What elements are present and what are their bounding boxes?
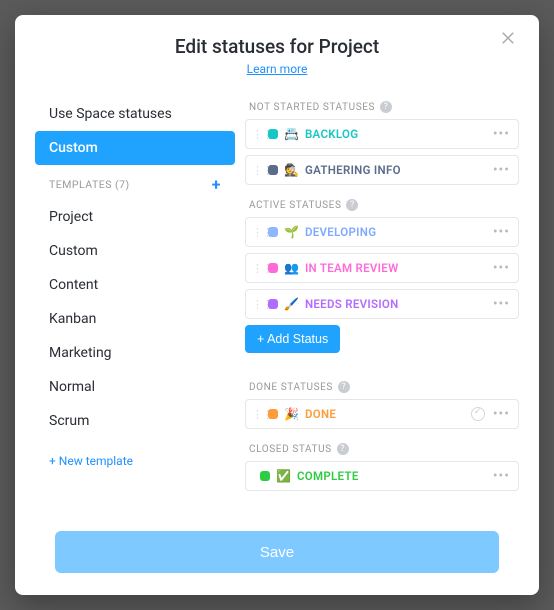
status-label[interactable]: BACKLOG: [305, 127, 491, 141]
group-not-started-title: NOT STARTED STATUSES: [249, 102, 375, 113]
add-template-icon[interactable]: +: [212, 175, 221, 194]
drag-handle-icon[interactable]: ⋮⋮: [252, 298, 264, 311]
sidebar-template-content[interactable]: Content: [35, 268, 235, 302]
help-icon[interactable]: ?: [380, 101, 392, 113]
more-icon[interactable]: •••: [491, 260, 512, 276]
status-row-in-team-review[interactable]: ⋮⋮ 👥 IN TEAM REVIEW •••: [245, 253, 519, 283]
status-label[interactable]: IN TEAM REVIEW: [305, 261, 491, 275]
save-button[interactable]: Save: [55, 531, 499, 573]
more-icon[interactable]: •••: [491, 162, 512, 178]
status-label[interactable]: DEVELOPING: [305, 225, 491, 239]
status-emoji: 🕵️: [284, 163, 299, 177]
edit-statuses-modal: Edit statuses for Project Learn more Use…: [15, 15, 539, 595]
help-icon[interactable]: ?: [346, 199, 358, 211]
status-emoji: 📇: [284, 127, 299, 141]
status-row-done[interactable]: ⋮⋮ 🎉 DONE •••: [245, 399, 519, 429]
group-active-title: ACTIVE STATUSES: [249, 200, 341, 211]
drag-handle-icon[interactable]: ⋮⋮: [252, 408, 264, 421]
add-status-button[interactable]: + Add Status: [245, 325, 340, 353]
status-row-backlog[interactable]: ⋮⋮ 📇 BACKLOG •••: [245, 119, 519, 149]
sidebar-template-marketing[interactable]: Marketing: [35, 336, 235, 370]
more-icon[interactable]: •••: [491, 126, 512, 142]
sidebar-item-custom[interactable]: Custom: [35, 131, 235, 165]
sidebar-item-use-space[interactable]: Use Space statuses: [35, 97, 235, 131]
learn-more-link[interactable]: Learn more: [247, 62, 308, 76]
done-check-icon[interactable]: [471, 407, 485, 421]
left-sidebar: Use Space statuses Custom TEMPLATES (7) …: [15, 97, 245, 517]
color-swatch[interactable]: [268, 299, 278, 309]
status-label[interactable]: DONE: [305, 407, 471, 421]
status-label[interactable]: GATHERING INFO: [305, 163, 491, 177]
status-emoji: 🌱: [284, 225, 299, 239]
group-done-title: DONE STATUSES: [249, 382, 333, 393]
help-icon[interactable]: ?: [337, 443, 349, 455]
sidebar-template-scrum[interactable]: Scrum: [35, 404, 235, 438]
group-done: DONE STATUSES ? ⋮⋮ 🎉 DONE •••: [245, 381, 519, 429]
modal-footer: Save: [15, 517, 539, 595]
status-row-developing[interactable]: ⋮⋮ 🌱 DEVELOPING •••: [245, 217, 519, 247]
templates-section-label: TEMPLATES (7): [49, 178, 130, 191]
more-icon[interactable]: •••: [491, 224, 512, 240]
status-emoji: 🎉: [284, 407, 299, 421]
more-icon[interactable]: •••: [491, 296, 512, 312]
templates-section-header: TEMPLATES (7) +: [35, 165, 235, 200]
color-swatch[interactable]: [260, 471, 270, 481]
more-icon[interactable]: •••: [491, 406, 512, 422]
drag-handle-icon[interactable]: ⋮⋮: [252, 226, 264, 239]
status-emoji: ✅: [276, 469, 291, 483]
more-icon[interactable]: •••: [491, 468, 512, 484]
status-emoji: 👥: [284, 261, 299, 275]
modal-title: Edit statuses for Project: [35, 35, 519, 58]
sidebar-template-custom[interactable]: Custom: [35, 234, 235, 268]
help-icon[interactable]: ?: [338, 381, 350, 393]
color-swatch[interactable]: [268, 165, 278, 175]
status-row-needs-revision[interactable]: ⋮⋮ 🖌️ NEEDS REVISION •••: [245, 289, 519, 319]
status-label[interactable]: COMPLETE: [297, 469, 491, 483]
color-swatch[interactable]: [268, 263, 278, 273]
color-swatch[interactable]: [268, 409, 278, 419]
sidebar-template-kanban[interactable]: Kanban: [35, 302, 235, 336]
drag-handle-icon[interactable]: ⋮⋮: [252, 128, 264, 141]
status-label[interactable]: NEEDS REVISION: [305, 297, 491, 311]
color-swatch[interactable]: [268, 129, 278, 139]
group-active: ACTIVE STATUSES ? ⋮⋮ 🌱 DEVELOPING ••• ⋮⋮…: [245, 199, 519, 367]
status-row-gathering-info[interactable]: ⋮⋮ 🕵️ GATHERING INFO •••: [245, 155, 519, 185]
status-groups-panel: NOT STARTED STATUSES ? ⋮⋮ 📇 BACKLOG ••• …: [245, 97, 519, 517]
group-closed: CLOSED STATUS ? ✅ COMPLETE •••: [245, 443, 519, 491]
sidebar-template-normal[interactable]: Normal: [35, 370, 235, 404]
status-row-complete[interactable]: ✅ COMPLETE •••: [245, 461, 519, 491]
drag-handle-icon[interactable]: ⋮⋮: [252, 262, 264, 275]
status-emoji: 🖌️: [284, 297, 299, 311]
group-closed-title: CLOSED STATUS: [249, 444, 332, 455]
sidebar-template-project[interactable]: Project: [35, 200, 235, 234]
close-icon[interactable]: [499, 29, 525, 55]
group-not-started: NOT STARTED STATUSES ? ⋮⋮ 📇 BACKLOG ••• …: [245, 101, 519, 185]
modal-header: Edit statuses for Project Learn more: [15, 15, 539, 87]
drag-handle-icon[interactable]: ⋮⋮: [252, 164, 264, 177]
color-swatch[interactable]: [268, 227, 278, 237]
new-template-link[interactable]: + New template: [35, 438, 235, 484]
